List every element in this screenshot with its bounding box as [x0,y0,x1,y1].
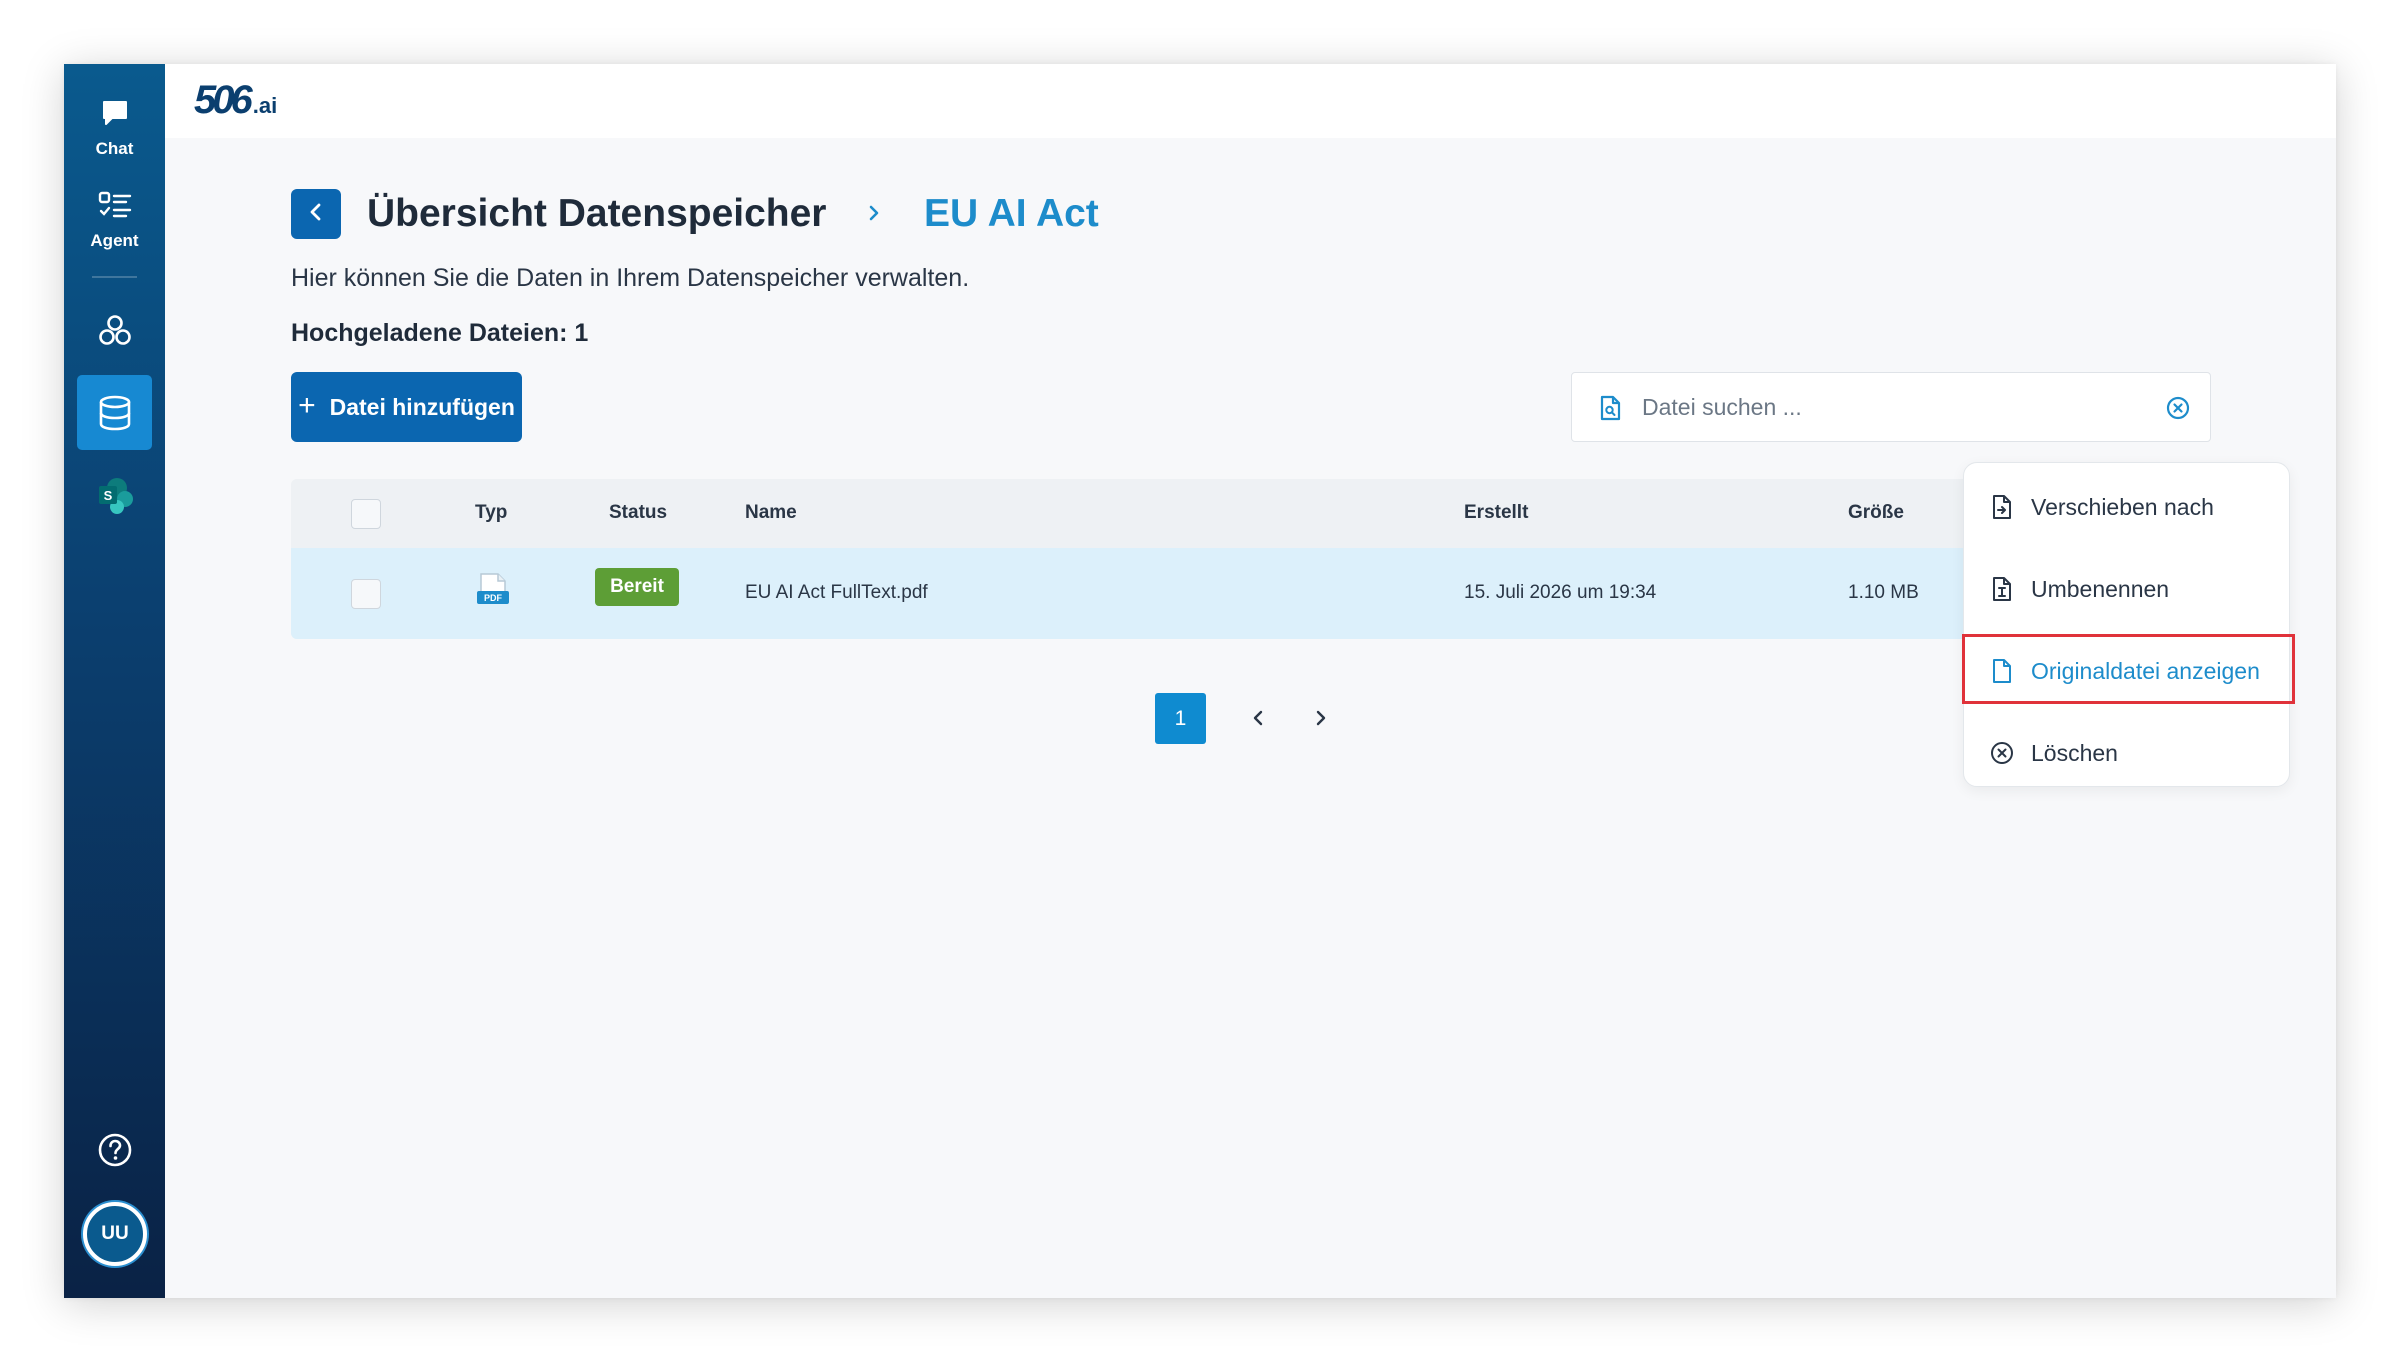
file-created: 15. Juli 2026 um 19:34 [1464,582,1657,603]
question-circle-icon [97,1132,133,1173]
column-header-created[interactable]: Erstellt [1464,502,1528,524]
select-all-checkbox[interactable] [351,499,381,529]
menu-item-label: Löschen [2031,739,2118,766]
file-edit-icon [1989,576,2015,602]
close-circle-icon [1989,741,2015,765]
add-file-button[interactable]: + Datei hinzufügen [291,372,522,442]
highlight-box [1962,634,2295,704]
logo-main: 506 [194,78,253,122]
status-badge: Bereit [595,568,679,606]
menu-item-delete[interactable]: Löschen [1964,718,2289,788]
context-menu: Verschieben nach Umbenennen Originaldate… [1963,462,2290,787]
nodes-icon [96,312,134,355]
sidebar-item-agent[interactable]: Agent [64,190,165,251]
column-header-size[interactable]: Größe [1848,502,1904,524]
file-search-icon [1598,395,1622,426]
chevron-left-icon [308,202,324,227]
menu-item-rename[interactable]: Umbenennen [1964,554,2289,624]
file-move-icon [1989,494,2015,520]
table-row[interactable]: PDF Bereit EU AI Act FullText.pdf 15. Ju… [291,548,2181,639]
search-input[interactable] [1642,373,2142,441]
sidebar-divider [92,276,137,278]
sidebar-item-sharepoint[interactable]: S [64,477,165,520]
page-button-current[interactable]: 1 [1155,693,1206,744]
back-button[interactable] [291,189,341,239]
menu-item-move[interactable]: Verschieben nach [1964,472,2289,542]
search-box[interactable] [1571,372,2211,442]
sharepoint-icon: S [95,477,135,520]
svg-text:S: S [103,488,112,503]
pdf-file-icon: PDF [473,572,513,613]
column-header-name[interactable]: Name [745,502,797,524]
logo: 506 .ai [194,78,277,123]
breadcrumb-current[interactable]: EU AI Act [924,188,1099,240]
files-table: Typ Status Name Erstellt Größe PDF Berei… [291,479,2181,639]
next-page-button[interactable] [1313,705,1329,736]
sidebar-item-label: Chat [95,139,134,158]
sidebar-item-datastore[interactable] [64,394,165,437]
add-file-label: Datei hinzufügen [329,393,515,420]
avatar[interactable]: UU [83,1202,147,1266]
checklist-icon [98,190,132,225]
app-window: Chat Agent S UU 506 .ai Übersicht Datens… [64,64,2336,1298]
file-size: 1.10 MB [1848,582,1919,603]
svg-text:PDF: PDF [484,593,503,603]
menu-item-label: Verschieben nach [2031,493,2214,520]
clear-search-icon[interactable] [2166,396,2190,425]
row-checkbox[interactable] [351,579,381,609]
help-button[interactable] [64,1132,165,1173]
menu-item-label: Umbenennen [2031,575,2170,602]
breadcrumb-separator-icon [867,200,881,231]
file-name[interactable]: EU AI Act FullText.pdf [745,582,928,604]
database-icon [97,394,133,437]
prev-page-button[interactable] [1250,705,1266,736]
top-bar [165,64,2336,138]
sidebar-item-models[interactable] [64,312,165,355]
plus-icon: + [298,389,316,422]
sidebar: Chat Agent S UU [64,64,165,1298]
table-header: Typ Status Name Erstellt Größe [291,479,2181,548]
sidebar-item-chat[interactable]: Chat [64,98,165,159]
uploaded-count: Hochgeladene Dateien: 1 [291,319,589,347]
chevron-left-icon [1250,710,1266,735]
sidebar-item-label: Agent [90,231,139,250]
logo-suffix: .ai [252,93,278,118]
page-title: Übersicht Datenspeicher [367,192,827,235]
column-header-type[interactable]: Typ [475,502,507,524]
page-subtitle: Hier können Sie die Daten in Ihrem Daten… [291,264,970,292]
column-header-status[interactable]: Status [609,502,667,524]
chat-bubble-icon [100,98,130,133]
chevron-right-icon [1313,710,1329,735]
